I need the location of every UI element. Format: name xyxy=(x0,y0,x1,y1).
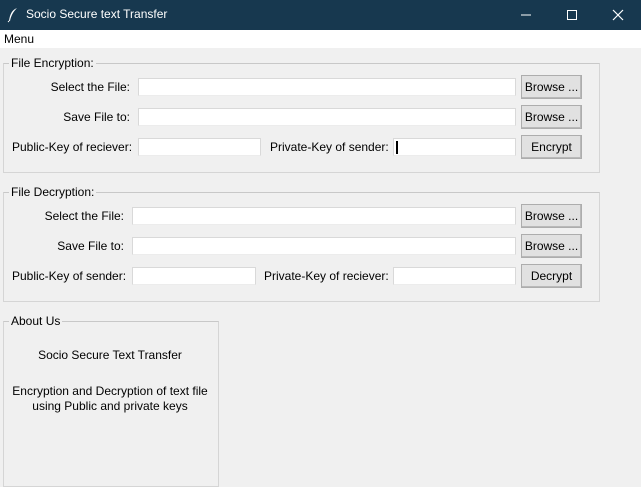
enc-public-key-label: Public-Key of reciever: xyxy=(12,140,133,154)
enc-save-file-input[interactable] xyxy=(138,108,516,126)
about-description-line-2: using Public and private keys xyxy=(32,399,188,413)
maximize-icon xyxy=(567,10,577,20)
about-description-line-1: Encryption and Decryption of text file xyxy=(12,384,208,398)
enc-select-file-label: Select the File: xyxy=(50,80,130,94)
title-bar[interactable]: Socio Secure text Transfer xyxy=(0,0,641,30)
dec-private-key-input[interactable] xyxy=(393,267,516,285)
enc-browse-save-button[interactable]: Browse ... xyxy=(521,105,582,129)
decrypt-button[interactable]: Decrypt xyxy=(521,264,582,288)
window-title: Socio Secure text Transfer xyxy=(26,7,168,21)
dec-public-key-input[interactable] xyxy=(132,267,256,285)
enc-public-key-input[interactable] xyxy=(138,138,261,156)
file-encryption-legend: File Encryption: xyxy=(11,56,94,70)
dec-public-key-label: Public-Key of sender: xyxy=(12,269,127,283)
dec-private-key-label: Private-Key of reciever: xyxy=(264,269,389,283)
enc-save-file-label: Save File to: xyxy=(63,110,130,124)
feather-icon xyxy=(7,7,19,23)
enc-private-key-label: Private-Key of sender: xyxy=(270,140,389,154)
close-icon xyxy=(612,9,624,21)
dec-select-file-label: Select the File: xyxy=(44,209,124,223)
enc-select-file-input[interactable] xyxy=(138,78,516,96)
dec-browse-select-button[interactable]: Browse ... xyxy=(521,204,582,228)
dec-save-file-input[interactable] xyxy=(132,237,516,255)
close-button[interactable] xyxy=(595,0,641,30)
dec-browse-save-button[interactable]: Browse ... xyxy=(521,234,582,258)
dec-select-file-input[interactable] xyxy=(132,207,516,225)
about-us-legend: About Us xyxy=(11,314,61,328)
about-app-name: Socio Secure Text Transfer xyxy=(38,348,182,362)
enc-private-key-input[interactable] xyxy=(393,138,516,156)
enc-browse-select-button[interactable]: Browse ... xyxy=(521,75,582,99)
file-decryption-legend: File Decryption: xyxy=(11,185,95,199)
maximize-button[interactable] xyxy=(549,0,595,30)
minimize-icon xyxy=(521,14,531,16)
menu-item-menu[interactable]: Menu xyxy=(4,32,34,46)
encrypt-button[interactable]: Encrypt xyxy=(521,135,582,159)
menu-bar: Menu xyxy=(0,30,641,48)
minimize-button[interactable] xyxy=(503,0,549,30)
dec-save-file-label: Save File to: xyxy=(57,239,124,253)
